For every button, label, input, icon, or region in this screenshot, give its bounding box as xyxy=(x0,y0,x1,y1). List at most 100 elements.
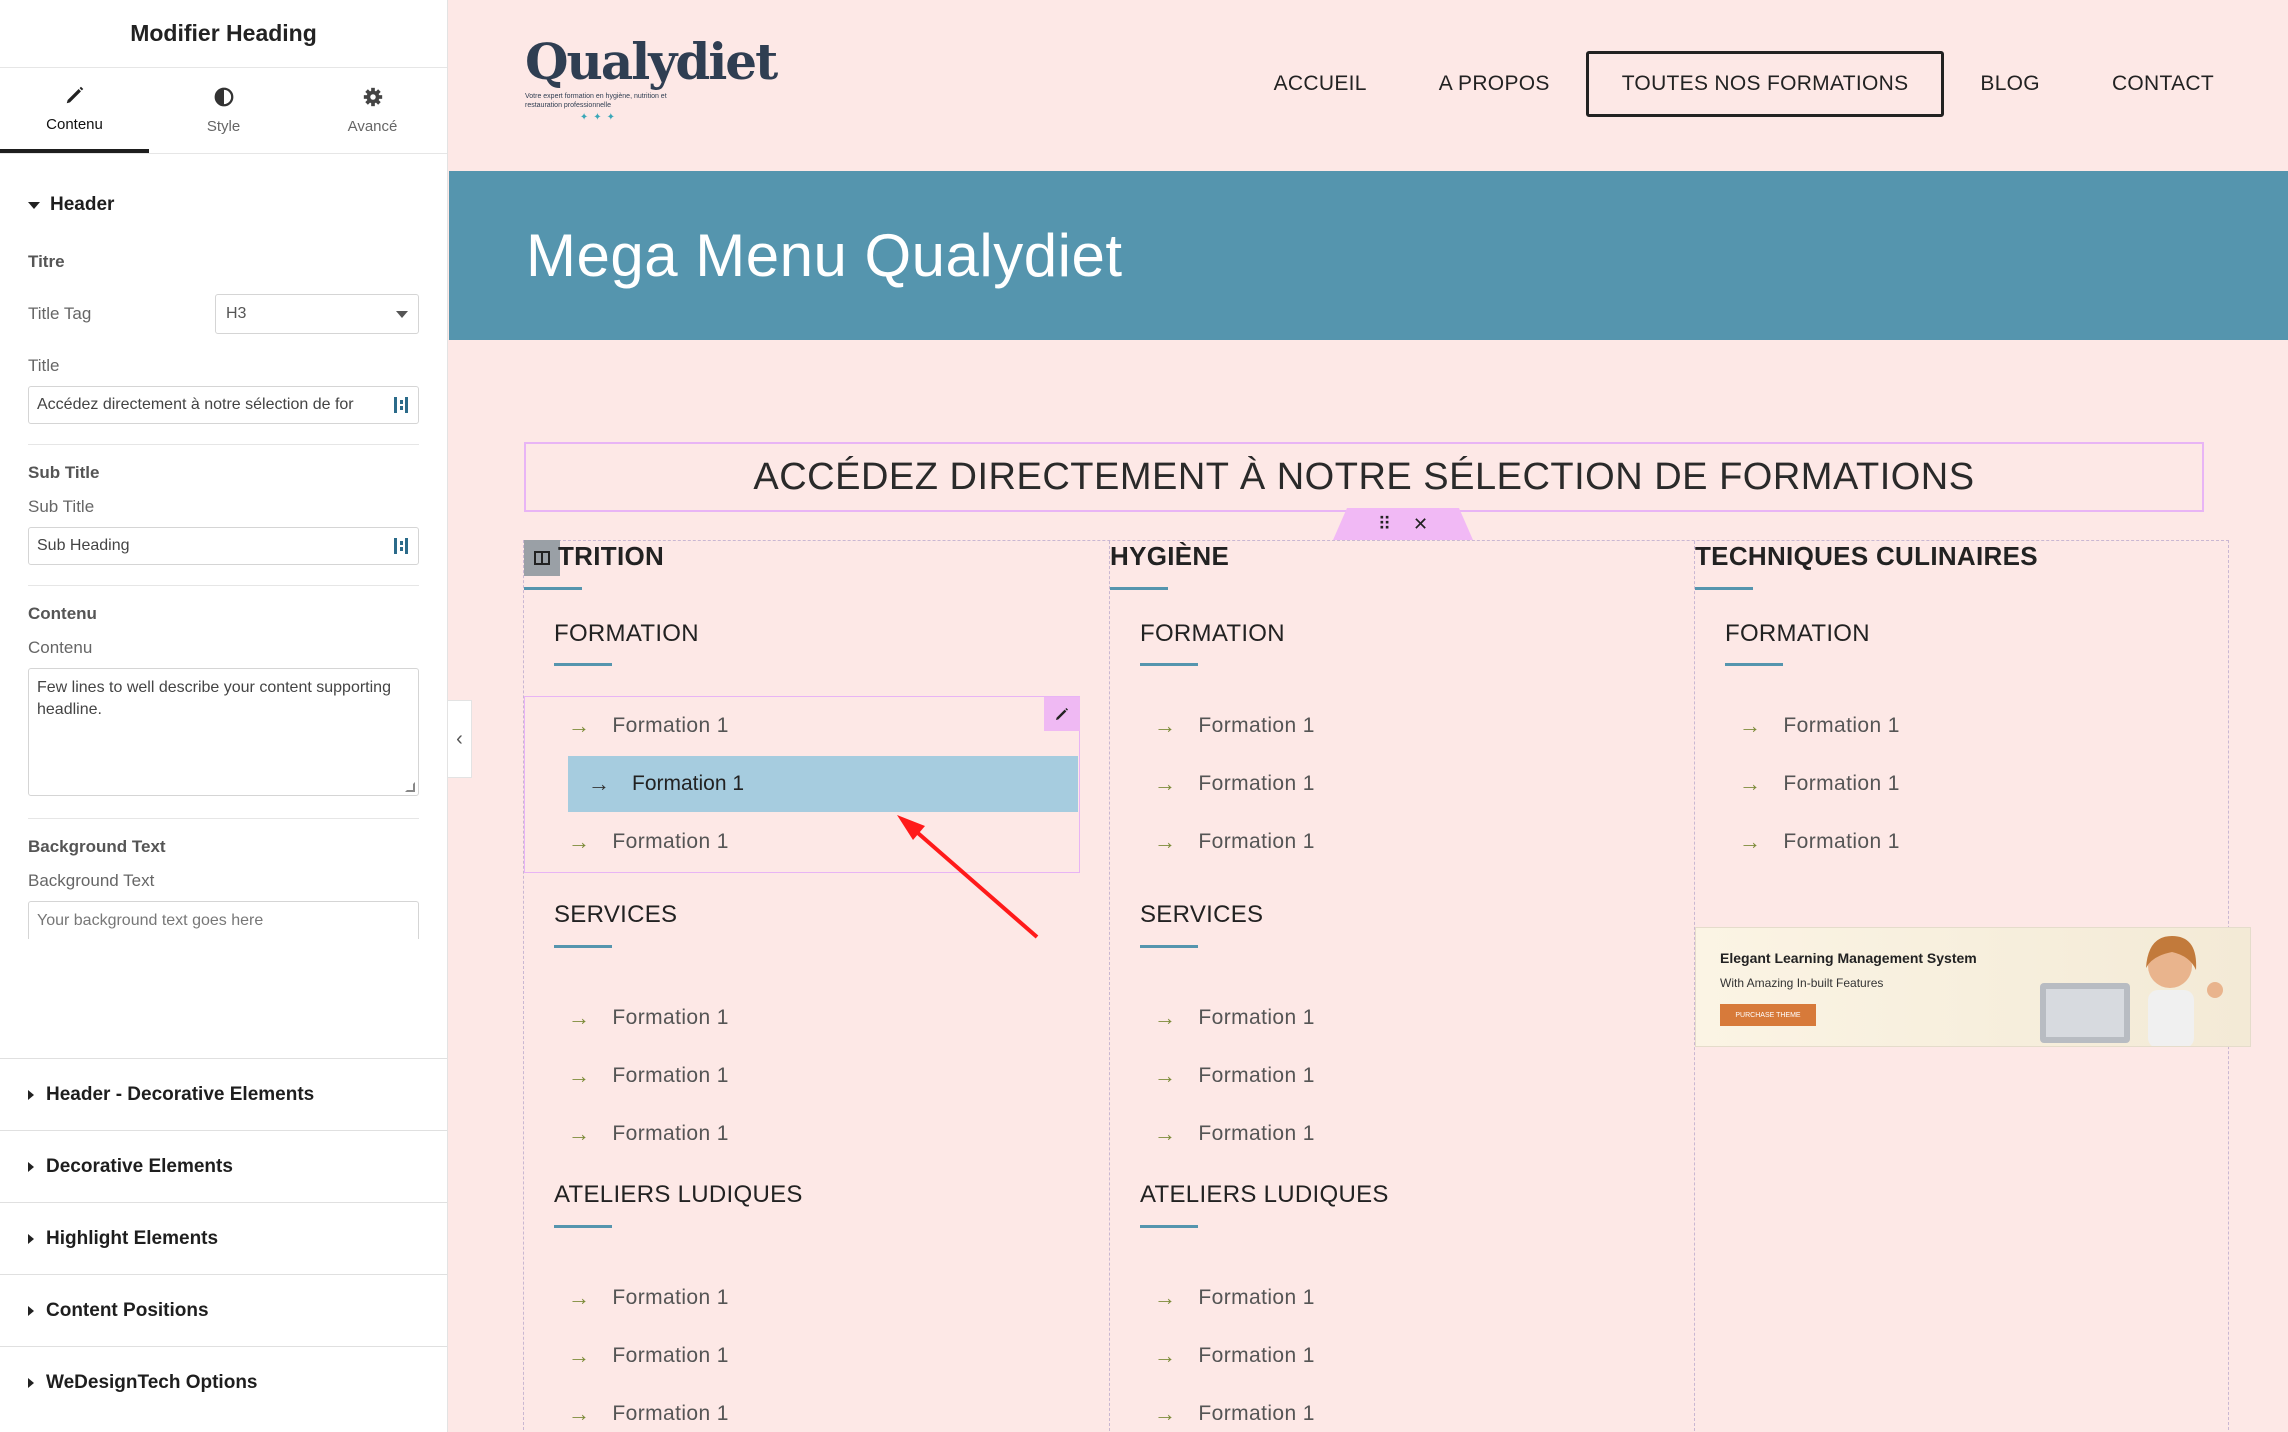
column-title: HYGIÈNE xyxy=(1110,541,1230,571)
list-item[interactable]: → Formation 1 xyxy=(1739,771,1900,797)
list-item-label: Formation 1 xyxy=(1198,714,1315,737)
banner-title: Mega Menu Qualydiet xyxy=(526,222,1123,289)
site-logo[interactable]: Qualydiet Votre expert formation en hygi… xyxy=(525,32,778,130)
arrow-right-icon: → xyxy=(568,713,591,738)
underline xyxy=(1140,1225,1198,1228)
purchase-theme-button[interactable]: PURCHASE THEME xyxy=(1720,1004,1816,1026)
accordion-header-decorative[interactable]: Header - Decorative Elements xyxy=(0,1058,447,1130)
list-item[interactable]: → Formation 1 xyxy=(568,1121,729,1147)
contenu-textarea[interactable]: Few lines to well describe your content … xyxy=(28,668,419,796)
list-item[interactable]: → Formation 1 xyxy=(568,1005,729,1031)
accordion-decorative-elements[interactable]: Decorative Elements xyxy=(0,1130,447,1202)
list-item[interactable]: → Formation 1 xyxy=(1154,713,1315,739)
list-item[interactable]: → Formation 1 xyxy=(568,1063,729,1089)
list-item[interactable]: → Formation 1 xyxy=(568,1401,729,1427)
arrow-right-icon: → xyxy=(1154,1401,1177,1426)
list-item[interactable]: → Formation 1 xyxy=(1154,1401,1315,1427)
stars-icon: ✦✦✦ xyxy=(579,112,621,123)
accordion-label: Decorative Elements xyxy=(46,1155,233,1177)
group-title: SERVICES xyxy=(1140,901,1264,928)
list-item[interactable]: → Formation 1 xyxy=(568,1285,729,1311)
panel-tabs: Contenu Style Avancé xyxy=(0,68,447,154)
list-item[interactable]: → Formation 1 xyxy=(1154,829,1315,855)
group-title: ATELIERS LUDIQUES xyxy=(1140,1181,1389,1208)
underline xyxy=(554,663,612,666)
title-input[interactable]: Accédez directement à notre sélection de… xyxy=(28,386,419,424)
group-title: FORMATION xyxy=(554,620,699,647)
accordion-label: Header - Decorative Elements xyxy=(46,1083,315,1105)
editor-panel: Modifier Heading Contenu Style Avancé He… xyxy=(0,0,448,1432)
promo-subtitle: With Amazing In-built Features xyxy=(1720,976,1884,990)
list-item[interactable]: → Formation 1 xyxy=(568,1343,729,1369)
list-item[interactable]: → Formation 1 xyxy=(1739,829,1900,855)
column-title: TRITION xyxy=(558,541,665,571)
list-item[interactable]: → Formation 1 xyxy=(1154,771,1315,797)
arrow-right-icon: → xyxy=(1154,771,1177,796)
tab-style[interactable]: Style xyxy=(149,68,298,153)
list-item[interactable]: → Formation 1 xyxy=(568,713,729,739)
drag-handle-icon[interactable]: ⠿ xyxy=(1378,514,1391,535)
list-item-label: Formation 1 xyxy=(1198,1286,1315,1309)
accordion-content-positions[interactable]: Content Positions xyxy=(0,1274,447,1346)
list-item-label: Formation 1 xyxy=(612,1344,729,1367)
bgtext-input[interactable]: Your background text goes here xyxy=(28,901,419,939)
list-item-label: Formation 1 xyxy=(1198,1122,1315,1145)
dynamic-tags-icon[interactable] xyxy=(392,536,410,556)
list-item[interactable]: → Formation 1 xyxy=(1154,1343,1315,1369)
arrow-right-icon: → xyxy=(1739,713,1762,738)
caret-right-icon xyxy=(28,1089,34,1100)
title-tag-select[interactable]: H3 xyxy=(215,294,419,334)
gear-icon xyxy=(363,87,382,107)
arrow-right-icon: → xyxy=(568,1343,591,1368)
nav-blog[interactable]: BLOG xyxy=(1944,51,2076,117)
subtitle-input[interactable]: Sub Heading xyxy=(28,527,419,565)
list-item-label: Formation 1 xyxy=(1198,1006,1315,1029)
accordion-highlight-elements[interactable]: Highlight Elements xyxy=(0,1202,447,1274)
promo-title: Elegant Learning Management System xyxy=(1720,950,1977,966)
list-item[interactable]: → Formation 1 xyxy=(1154,1285,1315,1311)
list-item[interactable]: → Formation 1 xyxy=(568,829,729,855)
underline xyxy=(554,1225,612,1228)
site-header: Qualydiet Votre expert formation en hygi… xyxy=(449,0,2288,171)
list-item[interactable]: → Formation 1 xyxy=(1154,1121,1315,1147)
arrow-right-icon: → xyxy=(568,1285,591,1310)
list-item-label: Formation 1 xyxy=(1198,772,1315,795)
list-item-hover[interactable]: → Formation 1 xyxy=(568,756,1078,812)
nav-contact[interactable]: CONTACT xyxy=(2076,51,2250,117)
column-icon xyxy=(534,551,550,565)
list-item[interactable]: → Formation 1 xyxy=(1154,1005,1315,1031)
header-section-toggle[interactable]: Header xyxy=(0,194,447,216)
tab-contenu[interactable]: Contenu xyxy=(0,68,149,153)
promo-banner[interactable]: Elegant Learning Management System With … xyxy=(1695,927,2251,1047)
list-item[interactable]: → Formation 1 xyxy=(1739,713,1900,739)
selected-heading-widget[interactable]: ACCÉDEZ DIRECTEMENT À NOTRE SÉLECTION DE… xyxy=(524,442,2204,512)
tab-contenu-label: Contenu xyxy=(46,116,103,133)
contenu-subheading: Contenu xyxy=(28,604,97,623)
nav-accueil[interactable]: ACCUEIL xyxy=(1238,51,1403,117)
list-item-label: Formation 1 xyxy=(1783,714,1900,737)
list-item[interactable]: → Formation 1 xyxy=(1154,1063,1315,1089)
underline xyxy=(1695,587,1753,590)
accordion-wedesigntech-options[interactable]: WeDesignTech Options xyxy=(0,1346,447,1418)
caret-right-icon xyxy=(28,1161,34,1172)
nav-a-propos[interactable]: A PROPOS xyxy=(1403,51,1586,117)
close-icon[interactable]: ✕ xyxy=(1413,514,1428,535)
column-handle[interactable] xyxy=(524,540,560,576)
underline xyxy=(1725,663,1783,666)
arrow-right-icon: → xyxy=(1154,1005,1177,1030)
dynamic-tags-icon[interactable] xyxy=(392,395,410,415)
underline xyxy=(1110,587,1168,590)
nav-toutes-nos-formations[interactable]: TOUTES NOS FORMATIONS xyxy=(1585,51,1945,117)
arrow-right-icon: → xyxy=(1154,1285,1177,1310)
group-title: ATELIERS LUDIQUES xyxy=(554,1181,803,1208)
tab-avance[interactable]: Avancé xyxy=(298,68,447,153)
list-item-label: Formation 1 xyxy=(1783,830,1900,853)
mega-menu-grid: TRITION FORMATION → Formation 1 → Formatio… xyxy=(523,540,2251,1432)
edit-widget-button[interactable] xyxy=(1044,697,1080,731)
section-handle[interactable]: ⠿ ✕ xyxy=(1333,508,1473,540)
arrow-right-icon: → xyxy=(588,771,610,796)
arrow-right-icon: → xyxy=(1739,829,1762,854)
resize-handle-icon[interactable] xyxy=(405,782,415,792)
logo-tagline: Votre expert formation en hygiène, nutri… xyxy=(525,93,667,109)
logo-wordmark: Qualydiet xyxy=(525,32,778,91)
